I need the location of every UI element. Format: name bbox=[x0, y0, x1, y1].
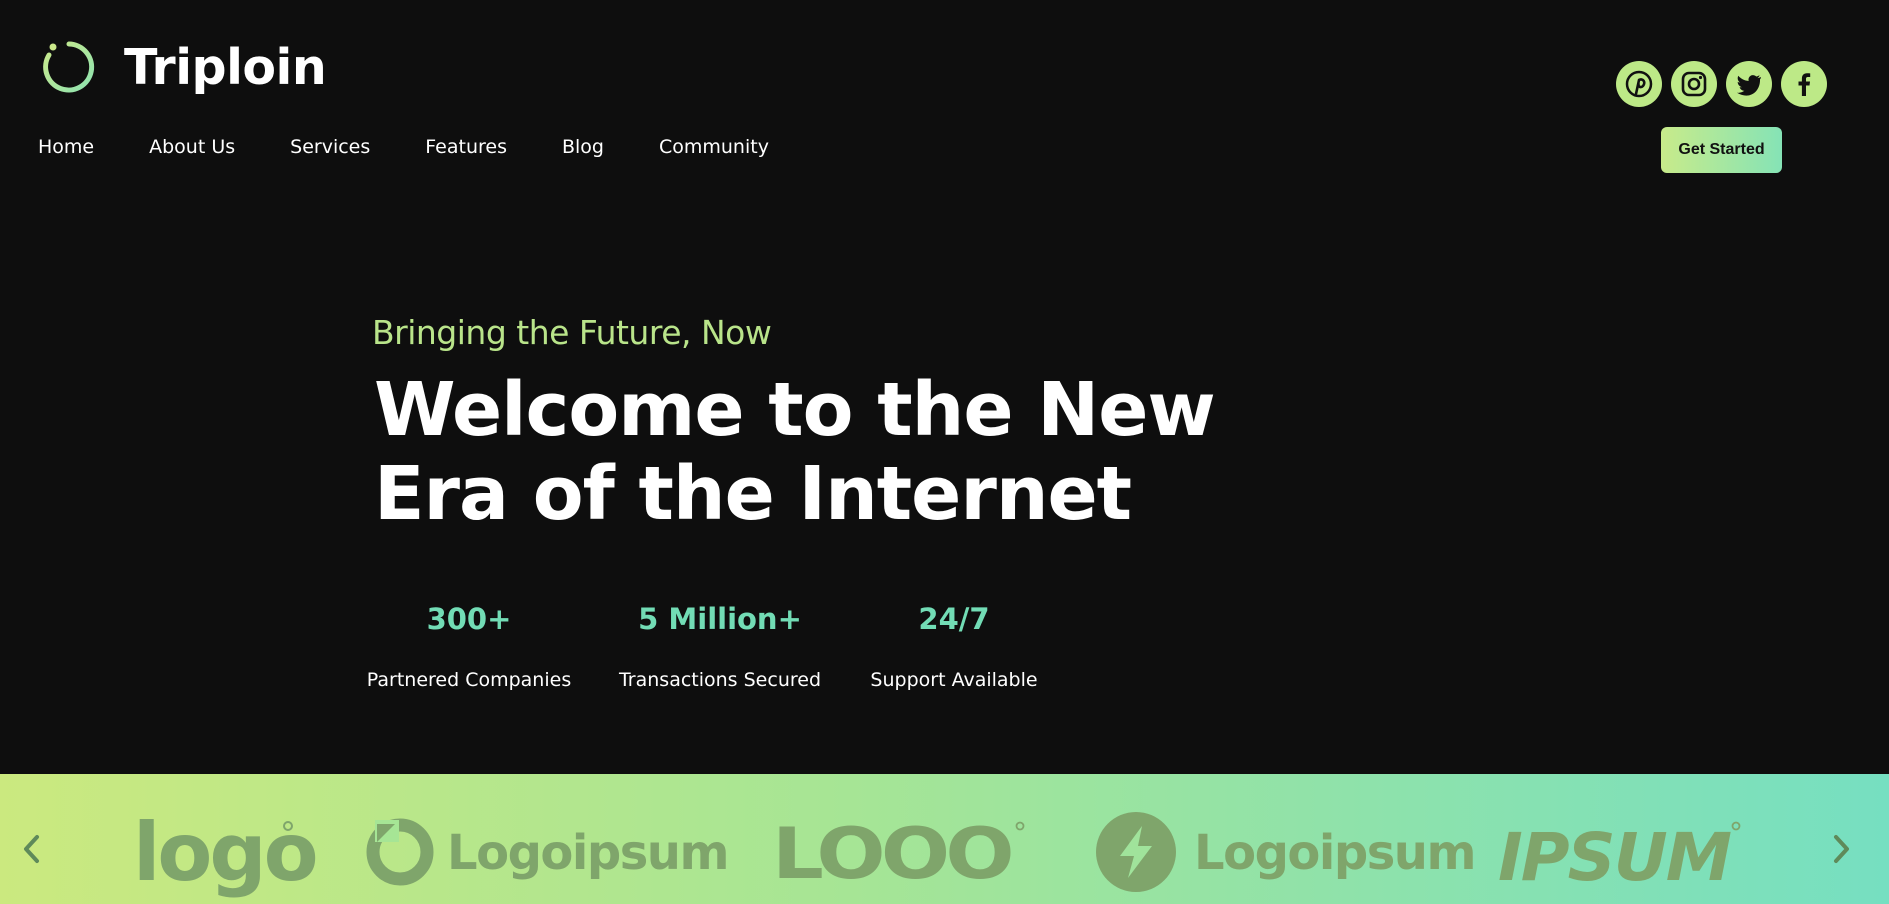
hero-headline-line1: Welcome to the New bbox=[374, 367, 1216, 453]
partner-logo-5-text: IPSUM bbox=[1498, 819, 1731, 896]
hero-headline: Welcome to the New Era of the Internet bbox=[374, 368, 1274, 536]
stat-value-support: 24/7 bbox=[918, 602, 990, 636]
brand-logo[interactable]: Triploin bbox=[40, 38, 327, 96]
partner-logo-2: Logoipsum bbox=[365, 812, 729, 892]
stat-label-transactions: Transactions Secured bbox=[618, 669, 822, 691]
chevron-right-icon[interactable] bbox=[1826, 829, 1856, 869]
social-links bbox=[1616, 61, 1836, 107]
chevron-left-icon[interactable] bbox=[17, 829, 47, 869]
nav-services[interactable]: Services bbox=[290, 136, 370, 158]
nav-community[interactable]: Community bbox=[659, 136, 769, 158]
pinterest-icon[interactable] bbox=[1616, 61, 1662, 107]
partner-logo-5: IPSUM bbox=[1498, 812, 1743, 896]
facebook-icon[interactable] bbox=[1781, 61, 1827, 107]
brand-name: Triploin bbox=[124, 38, 327, 96]
get-started-button[interactable]: Get Started bbox=[1661, 127, 1782, 173]
partner-logo-2-text: Logoipsum bbox=[447, 825, 728, 881]
nav-blog[interactable]: Blog bbox=[562, 136, 604, 158]
ring-logo-icon bbox=[43, 41, 95, 93]
partner-logo-3-text: LOOO bbox=[772, 813, 1011, 895]
partner-logo-3: LOOO bbox=[772, 812, 1025, 895]
nav-home[interactable]: Home bbox=[38, 136, 94, 158]
partner-logo-4-text: Logoipsum bbox=[1194, 825, 1475, 881]
stat-value-companies: 300+ bbox=[426, 602, 512, 636]
instagram-icon[interactable] bbox=[1671, 61, 1717, 107]
partner-logo-1-text: logo bbox=[133, 806, 316, 899]
twitter-icon[interactable] bbox=[1726, 61, 1772, 107]
stat-label-support: Support Available bbox=[870, 669, 1038, 691]
partner-logo-1: logo bbox=[133, 806, 319, 899]
stat-label-companies: Partnered Companies bbox=[366, 669, 572, 691]
main-nav: Home About Us Services Features Blog Com… bbox=[38, 136, 824, 158]
partner-logo-4: Logoipsum bbox=[1096, 812, 1476, 892]
hero-headline-line2: Era of the Internet bbox=[374, 451, 1132, 537]
nav-features[interactable]: Features bbox=[425, 136, 507, 158]
stat-value-transactions: 5 Million+ bbox=[638, 602, 802, 636]
hero-tagline: Bringing the Future, Now bbox=[372, 313, 772, 352]
nav-about-us[interactable]: About Us bbox=[149, 136, 235, 158]
